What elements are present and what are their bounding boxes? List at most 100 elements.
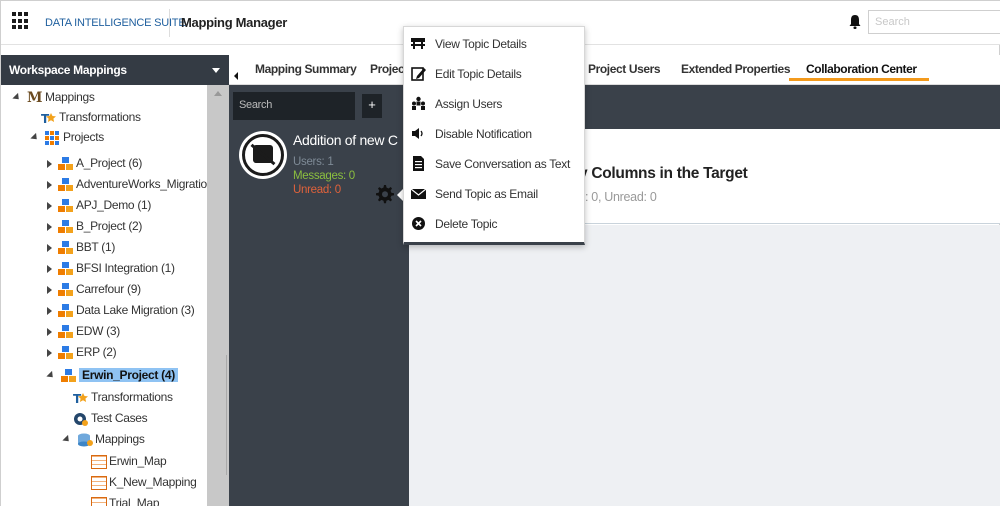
suite-title[interactable]: DATA INTELLIGENCE SUITE	[45, 17, 186, 29]
transformations-icon: T	[41, 111, 57, 126]
tree-node-map[interactable]: Trial_Map	[91, 493, 160, 506]
scroll-up-icon[interactable]	[214, 91, 222, 96]
scroll-left-icon[interactable]	[234, 72, 238, 80]
expand-icon[interactable]	[47, 306, 52, 315]
tree-node-project-selected[interactable]: Erwin_Project (4)	[46, 365, 178, 385]
tree-node-mappings-root[interactable]: M Mappings	[12, 87, 95, 107]
mappings-logo-icon: M	[27, 89, 43, 106]
expand-icon[interactable]	[47, 348, 52, 357]
edit-icon	[411, 67, 426, 81]
tree-node-label: Trial_Map	[109, 496, 160, 506]
menu-item-label: Save Conversation as Text	[435, 157, 571, 171]
splitter-handle[interactable]	[226, 355, 227, 475]
tree-node-project[interactable]: Carrefour (9)	[47, 279, 141, 299]
project-icon	[58, 177, 74, 192]
tree-node-label: Transformations	[59, 110, 141, 124]
expand-icon[interactable]	[47, 201, 52, 210]
tree-node-transformations[interactable]: T Transformations	[73, 387, 173, 407]
search-input[interactable]: Search	[868, 10, 1000, 34]
topic-search-input[interactable]: Search	[233, 92, 355, 120]
tree-node-project[interactable]: Data Lake Migration (3)	[47, 300, 195, 320]
tree-node-label: B_Project (2)	[76, 219, 143, 233]
workspace-header[interactable]: Workspace Mappings	[1, 55, 229, 85]
tree-node-label: Data Lake Migration (3)	[76, 303, 195, 317]
menu-item-delete-topic[interactable]: Delete Topic	[404, 209, 584, 239]
topic-unread-count: Unread: 0	[293, 184, 341, 196]
menu-item-assign-users[interactable]: Assign Users	[404, 89, 584, 119]
tree-node-project[interactable]: BBT (1)	[47, 237, 115, 257]
topic-avatar-icon	[239, 131, 287, 179]
expand-icon[interactable]	[47, 180, 52, 189]
tree-node-projects[interactable]: Projects	[30, 127, 104, 147]
tree-node-project[interactable]: BFSI Integration (1)	[47, 258, 175, 278]
topic-detail-title: y Columns in the Target	[579, 165, 748, 182]
expand-icon[interactable]	[47, 222, 52, 231]
menu-item-label: Assign Users	[435, 97, 503, 111]
menu-item-view-topic-details[interactable]: View Topic Details	[404, 29, 584, 59]
expand-icon[interactable]	[62, 435, 72, 445]
chevron-down-icon[interactable]	[212, 68, 220, 73]
menu-item-save-conversation[interactable]: Save Conversation as Text	[404, 149, 584, 179]
tree-node-label: K_New_Mapping	[109, 475, 197, 489]
expand-icon[interactable]	[30, 133, 40, 143]
test-cases-icon	[73, 412, 89, 426]
tree-node-test-cases[interactable]: Test Cases	[73, 408, 148, 428]
transformations-icon: T	[73, 391, 89, 406]
tree-node-label: BBT (1)	[76, 240, 116, 254]
topic-title[interactable]: Addition of new C	[293, 132, 398, 148]
app-launcher-icon[interactable]	[12, 12, 30, 30]
tree-node-label: BFSI Integration (1)	[76, 261, 175, 275]
tree-node-project[interactable]: EDW (3)	[47, 321, 120, 341]
expand-icon[interactable]	[47, 264, 52, 273]
tree-node-project[interactable]: AdventureWorks_Migration (	[47, 174, 207, 194]
envelope-icon	[411, 188, 426, 199]
expand-icon[interactable]	[12, 93, 22, 103]
tree-node-project[interactable]: A_Project (6)	[47, 153, 142, 173]
menu-item-send-topic-email[interactable]: Send Topic as Email	[404, 179, 584, 209]
menu-item-label: Edit Topic Details	[435, 67, 522, 81]
gear-icon[interactable]	[374, 184, 394, 204]
tree-node-project[interactable]: B_Project (2)	[47, 216, 142, 236]
tree-node-map[interactable]: Erwin_Map	[91, 451, 167, 471]
speaker-icon	[412, 128, 423, 139]
app-window: DATA INTELLIGENCE SUITE Mapping Manager …	[0, 0, 1000, 506]
projects-icon	[45, 130, 61, 145]
workspace-title: Workspace Mappings	[9, 63, 127, 77]
tree-node-transformations[interactable]: T Transformations	[41, 107, 141, 127]
view-details-icon	[411, 38, 425, 49]
tree-node-mappings[interactable]: Mappings	[62, 429, 145, 449]
expand-icon[interactable]	[47, 159, 52, 168]
topic-messages-count: Messages: 0	[293, 170, 355, 182]
project-icon	[58, 282, 74, 297]
project-icon	[58, 261, 74, 276]
expand-icon[interactable]	[46, 371, 56, 381]
tree-node-label: Test Cases	[91, 411, 148, 425]
tab-project-users[interactable]: Project Users	[588, 62, 661, 76]
tree-node-project[interactable]: ERP (2)	[47, 342, 117, 362]
tree-node-label: Mappings	[45, 90, 95, 104]
expand-icon[interactable]	[47, 327, 52, 336]
tree-node-label: APJ_Demo (1)	[76, 198, 152, 212]
topic-users-count: Users: 1	[293, 156, 334, 168]
expand-icon[interactable]	[47, 243, 52, 252]
tab-mapping-summary[interactable]: Mapping Summary	[255, 62, 357, 76]
bell-icon[interactable]	[848, 14, 862, 30]
menu-item-edit-topic-details[interactable]: Edit Topic Details	[404, 59, 584, 89]
tree-node-map[interactable]: K_New_Mapping	[91, 472, 197, 492]
tab-collaboration-center[interactable]: Collaboration Center	[806, 62, 917, 76]
project-icon	[58, 198, 74, 213]
menu-item-disable-notification[interactable]: Disable Notification	[404, 119, 584, 149]
topic-context-menu: View Topic Details Edit Topic Details As…	[403, 26, 585, 245]
tree-node-label: Transformations	[91, 390, 173, 404]
menu-item-label: View Topic Details	[435, 37, 527, 51]
tree-node-label: AdventureWorks_Migration (	[76, 177, 207, 191]
expand-icon[interactable]	[47, 285, 52, 294]
add-topic-button[interactable]: +	[362, 94, 382, 118]
tree-node-project[interactable]: APJ_Demo (1)	[47, 195, 151, 215]
mappings-folder-icon	[77, 433, 93, 447]
tree-node-label: ERP (2)	[76, 345, 117, 359]
tree-node-label: Erwin_Map	[109, 454, 167, 468]
tab-extended-properties[interactable]: Extended Properties	[681, 62, 791, 76]
active-tab-indicator	[789, 78, 929, 81]
tree-scrollbar[interactable]	[207, 85, 229, 506]
